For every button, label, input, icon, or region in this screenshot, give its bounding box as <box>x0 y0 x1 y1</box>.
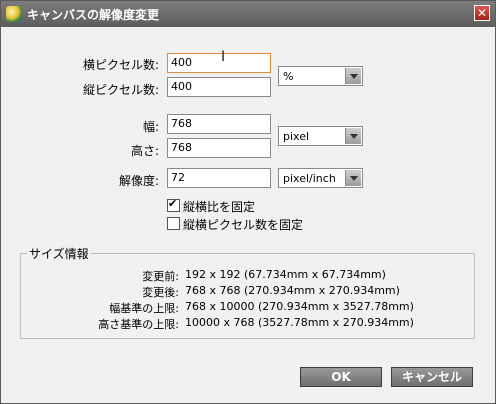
ok-button[interactable]: OK <box>300 367 382 387</box>
info-label-before: 変更前: <box>142 270 179 283</box>
info-value-after: 768 x 768 (270.934mm x 270.934mm) <box>185 284 400 297</box>
size-unit-select[interactable]: pixel <box>278 126 363 146</box>
checkbox-empty-icon[interactable] <box>167 217 180 230</box>
fix-pixels-checkbox[interactable]: 縦横ピクセル数を固定 <box>167 216 303 233</box>
chevron-down-icon[interactable] <box>345 128 361 144</box>
size-unit-value: pixel <box>283 130 310 143</box>
size-info-group: 変更前: 192 x 192 (67.734mm x 67.734mm) 変更後… <box>20 253 475 339</box>
checkbox-checked-icon[interactable] <box>167 197 180 212</box>
resolution-unit-value: pixel/inch <box>283 172 336 185</box>
info-value-width-limit: 768 x 10000 (270.934mm x 3527.78mm) <box>185 300 414 313</box>
text-cursor-icon: I <box>221 49 226 65</box>
info-value-height-limit: 10000 x 768 (3527.78mm x 270.934mm) <box>185 316 414 329</box>
cancel-button[interactable]: キャンセル <box>391 367 473 387</box>
chevron-down-icon[interactable] <box>345 170 361 186</box>
width-px-input[interactable]: 400 <box>167 53 271 73</box>
dialog-title: キャンバスの解像度変更 <box>27 8 160 22</box>
dialog-window: キャンバスの解像度変更 ✕ 横ピクセル数: 400 縦ピクセル数: 400 % … <box>0 0 496 404</box>
height-input[interactable]: 768 <box>167 138 271 158</box>
title-bar[interactable]: キャンバスの解像度変更 ✕ <box>1 1 495 27</box>
height-label: 高さ: <box>130 144 159 158</box>
width-input[interactable]: 768 <box>167 114 271 134</box>
info-label-height-limit: 高さ基準の上限: <box>98 318 179 331</box>
pixel-unit-select[interactable]: % <box>278 66 363 86</box>
chevron-down-icon[interactable] <box>345 68 361 84</box>
pixel-unit-value: % <box>283 70 294 83</box>
close-button[interactable]: ✕ <box>474 5 490 21</box>
app-logo-icon <box>6 6 22 22</box>
info-label-width-limit: 幅基準の上限: <box>109 302 179 315</box>
keep-ratio-label: 縦横比を固定 <box>183 200 256 214</box>
keep-ratio-checkbox[interactable]: 縦横比を固定 <box>167 197 256 215</box>
size-info-title: サイズ情報 <box>27 245 91 262</box>
height-px-label: 縦ピクセル数: <box>82 83 159 97</box>
info-value-before: 192 x 192 (67.734mm x 67.734mm) <box>185 268 386 281</box>
resolution-input[interactable]: 72 <box>167 168 271 188</box>
width-label: 幅: <box>142 120 159 134</box>
info-label-after: 変更後: <box>142 286 179 299</box>
fix-pixels-label: 縦横ピクセル数を固定 <box>183 218 304 232</box>
resolution-label: 解像度: <box>118 174 159 188</box>
resolution-unit-select[interactable]: pixel/inch <box>278 168 363 188</box>
height-px-input[interactable]: 400 <box>167 77 271 97</box>
width-px-label: 横ピクセル数: <box>82 58 159 72</box>
